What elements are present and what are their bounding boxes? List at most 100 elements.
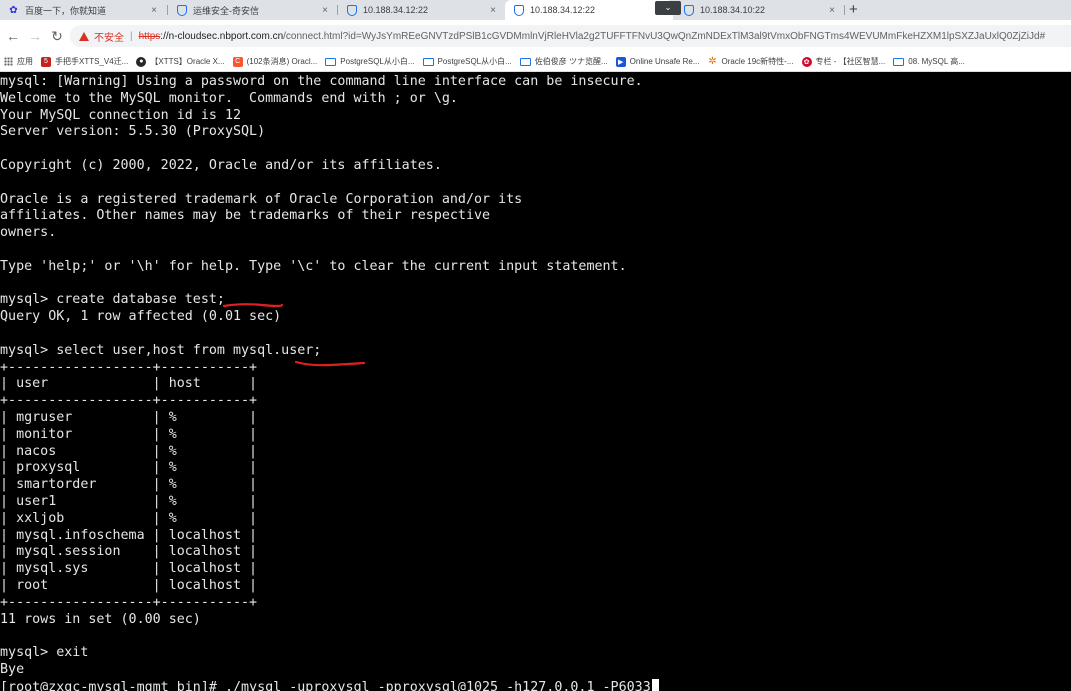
bookmark-item[interactable]: C (102条消息) Oracl... (229, 56, 322, 67)
terminal-line: | proxysql | % | (0, 460, 258, 476)
terminal-line: 11 rows in set (0.00 sec) (0, 611, 201, 627)
url-divider: | (130, 30, 133, 42)
folder-icon (325, 57, 337, 66)
tab-host-12-a[interactable]: 10.188.34.12:22 × (338, 0, 504, 20)
bookmark-red-icon: 5 (41, 56, 51, 67)
tab-strip: ✿ 百度一下，你就知道 × 运维安全-奇安信 × 10.188.34.12:22… (0, 0, 1071, 20)
terminal-line: +------------------+-----------+ (0, 359, 258, 375)
forward-arrow-icon[interactable]: → (26, 27, 44, 45)
folder-icon (519, 57, 531, 66)
terminal-line: Server version: 5.5.30 (ProxySQL) (0, 124, 266, 140)
baidu-paw-icon: ✿ (9, 4, 18, 16)
terminal-line: | smartorder | % | (0, 477, 258, 493)
folder-icon (422, 57, 434, 66)
terminal-line: mysql> create database test; (0, 292, 225, 308)
browser-toolbar: ← → ↻ 不安全 | https ://n-cloudsec.nbport.c… (0, 20, 1071, 52)
bookmark-label: 佐伯俊彦 ツナ览醒... (534, 57, 608, 66)
terminal-prompt-line[interactable]: [root@zxgc-mysql-mgmt bin]# ./mysql -upr… (0, 678, 659, 691)
tab-label: 10.188.34.10:22 (700, 5, 766, 15)
terminal-line: +------------------+-----------+ (0, 393, 258, 409)
terminal-line: | user1 | % | (0, 494, 258, 509)
shield-icon (683, 4, 694, 16)
terminal-line: mysql> exit (0, 645, 89, 661)
apps-icon (4, 57, 13, 66)
terminal-line: | root | localhost | (0, 578, 258, 593)
tab-label: 运维安全-奇安信 (193, 5, 259, 16)
bookmark-label: 08. MySQL 高... (908, 57, 965, 66)
terminal-line: | nacos | % | (0, 443, 258, 459)
bookmark-label: PostgreSQL从小白... (437, 57, 512, 66)
terminal-line: affiliates. Other names may be trademark… (0, 208, 491, 224)
close-icon[interactable]: × (486, 5, 500, 16)
security-status[interactable]: 不安全 (94, 29, 124, 44)
csdn-icon: C (232, 56, 243, 67)
bookmark-item[interactable]: 佐伯俊彦 ツナ览醒... (516, 56, 612, 67)
terminal-window[interactable]: mysql: [Warning] Using a password on the… (0, 72, 1071, 691)
shield-icon (176, 4, 187, 16)
tab-baidu[interactable]: ✿ 百度一下，你就知道 × (0, 0, 165, 20)
github-icon: ● (136, 56, 147, 67)
url-path: /connect.html?id=WyJsYmREeGNVTzdPSlB1cGV… (283, 30, 1046, 42)
terminal-line: | user | host | (0, 376, 258, 392)
bookmark-item[interactable]: PostgreSQL从小白... (419, 56, 516, 67)
terminal-line: | mysql.session | localhost | (0, 544, 258, 560)
terminal-line: owners. (0, 225, 57, 241)
bookmark-item[interactable]: 5 手把手XTTS_V4迁... (37, 56, 132, 67)
terminal-line: Your MySQL connection id is 12 (0, 107, 242, 123)
close-icon[interactable]: × (825, 5, 839, 16)
terminal-line: | xxljob | % | (0, 510, 258, 526)
tab-label: 10.188.34.12:22 (530, 5, 596, 15)
bookmark-label: Oracle 19c新特性-... (721, 57, 794, 66)
address-bar[interactable]: 不安全 | https ://n-cloudsec.nbport.com.cn … (70, 25, 1071, 47)
bookmark-item[interactable]: ▶ Online Unsafe Re... (612, 56, 704, 67)
new-tab-button[interactable]: + (849, 1, 858, 19)
terminal-line: mysql: [Warning] Using a password on the… (0, 74, 643, 89)
terminal-line: Copyright (c) 2000, 2022, Oracle and/or … (0, 158, 442, 173)
tab-divider (844, 5, 845, 15)
bookmark-item[interactable]: 08. MySQL 高... (889, 56, 969, 67)
bookmark-label: Online Unsafe Re... (629, 57, 700, 66)
terminal-line: Type 'help;' or '\h' for help. Type '\c'… (0, 258, 627, 274)
url-host: ://n-cloudsec.nbport.com.cn (160, 30, 284, 42)
tab-label: 百度一下，你就知道 (25, 5, 107, 16)
bookmark-item[interactable]: ● 【XTTS】Oracle X... (132, 56, 228, 67)
tab-qianxin[interactable]: 运维安全-奇安信 × (168, 0, 336, 20)
bookmark-label: (102条消息) Oracl... (246, 57, 318, 66)
terminal-line: mysql> select user,host from mysql.user; (0, 342, 322, 358)
terminal-line: Query OK, 1 row affected (0.01 sec) (0, 309, 282, 325)
tab-host-12-active[interactable]: 10.188.34.12:22 (505, 0, 673, 20)
bookmark-label: PostgreSQL从小白... (340, 57, 415, 66)
terminal-line: | mgruser | % | (0, 410, 258, 425)
tab-label: 10.188.34.12:22 (363, 5, 429, 15)
shield-icon (346, 4, 357, 16)
reload-icon[interactable]: ↻ (48, 27, 66, 45)
huawei-icon: ✿ (801, 56, 812, 67)
close-icon[interactable]: × (147, 5, 161, 16)
terminal-line: | mysql.infoschema | localhost | (0, 527, 258, 543)
bookmark-item[interactable]: ✿ 专栏 - 【社区智慧... (798, 56, 890, 67)
red-underline-annotation (294, 360, 366, 367)
bookmark-item[interactable]: ✲ Oracle 19c新特性-... (703, 56, 797, 67)
close-icon[interactable]: × (318, 5, 332, 16)
bookmark-item[interactable]: PostgreSQL从小白... (321, 56, 418, 67)
warning-icon (79, 31, 89, 41)
terminal-command: [root@zxgc-mysql-mgmt bin]# ./mysql -upr… (0, 679, 651, 691)
terminal-line: | mysql.sys | localhost | (0, 561, 258, 577)
bookmark-label: 专栏 - 【社区智慧... (815, 57, 886, 66)
terminal-line: | monitor | % | (0, 426, 258, 442)
back-arrow-icon[interactable]: ← (4, 27, 22, 45)
bookmark-label: 【XTTS】Oracle X... (150, 57, 225, 66)
red-underline-annotation (222, 303, 284, 308)
folder-icon (893, 57, 905, 66)
url-scheme: https (138, 30, 161, 42)
terminal-line: Bye (0, 662, 25, 677)
terminal-line: Oracle is a registered trademark of Orac… (0, 191, 523, 207)
gear-icon: ✲ (707, 56, 718, 67)
pin-icon: ▶ (615, 56, 626, 67)
bookmark-label: 手把手XTTS_V4迁... (55, 57, 129, 66)
bookmark-label: 应用 (17, 57, 33, 66)
terminal-line: Welcome to the MySQL monitor. Commands e… (0, 90, 458, 106)
tab-host-10[interactable]: 10.188.34.10:22 × (675, 0, 843, 20)
bookmarks-bar: 应用 5 手把手XTTS_V4迁... ● 【XTTS】Oracle X... C(… (0, 52, 1071, 72)
bookmark-apps[interactable]: 应用 (0, 56, 37, 67)
